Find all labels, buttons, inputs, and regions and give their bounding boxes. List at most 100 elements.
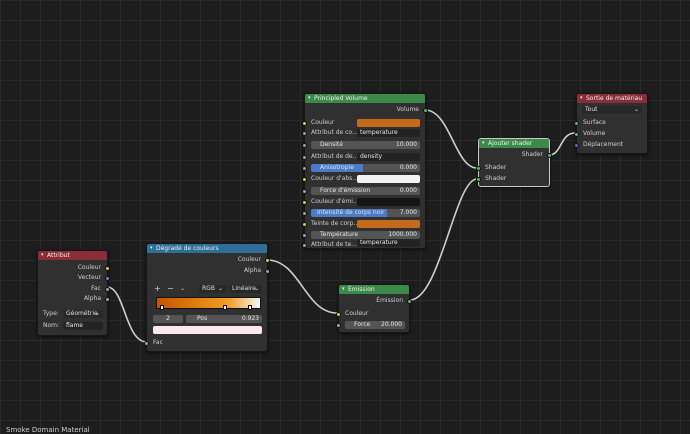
add-shader-header[interactable]: ▾ Ajouter shader <box>479 139 549 148</box>
force-field[interactable]: Force 20.000 <box>345 321 405 329</box>
output-shader-socket[interactable] <box>547 153 552 158</box>
anisotropie-field[interactable]: Anisotropie 0.000 <box>311 164 420 172</box>
ramp-stop-3[interactable] <box>248 305 252 310</box>
node-title: Attribut <box>47 252 70 259</box>
intensite-value: 7.000 <box>399 209 417 216</box>
material-output-node[interactable]: ▾ Sortie de matériau Tout ⌄ Surface Volume… <box>574 93 648 154</box>
add-shader-node[interactable]: ▾ Ajouter shader Shader Shader Shader <box>476 138 552 187</box>
stop-pos-field[interactable]: Pos 0.923 <box>186 315 262 323</box>
principled-volume-header[interactable]: ▾ Principled Volume <box>305 94 425 103</box>
link-fac-to-ramp <box>106 286 148 343</box>
collapse-arrow-icon[interactable]: ▾ <box>482 139 485 148</box>
input-force-socket[interactable] <box>336 323 341 328</box>
type-dropdown[interactable]: Géométrie ⌄ <box>63 310 103 318</box>
input-temperature-socket[interactable] <box>302 233 307 238</box>
attr-densite-label: Attribut de de... <box>311 153 359 160</box>
collapse-arrow-icon[interactable]: ▾ <box>150 244 153 253</box>
target-dropdown[interactable]: Tout ⌄ <box>582 106 642 114</box>
couleur-label: Couleur <box>345 310 369 317</box>
input-fac-socket[interactable] <box>144 341 149 346</box>
color-mode-dropdown[interactable]: RGB ⌄ <box>199 285 226 293</box>
input-force-emission-socket[interactable] <box>302 189 307 194</box>
shader2-label: Shader <box>485 175 507 182</box>
emission-node[interactable]: ▾ Émission Émission Couleur Force 20.000 <box>336 284 412 333</box>
attr-densite-value: density <box>360 153 382 160</box>
teinte-label: Teinte de corp... <box>311 220 360 227</box>
attr-densite-field[interactable]: density <box>357 153 420 161</box>
anisotropie-label: Anisotropie <box>320 164 354 171</box>
input-anisotropie-socket[interactable] <box>302 166 307 171</box>
intensite-field[interactable]: Intensité de corps noir 7.000 <box>311 209 420 217</box>
force-emission-label: Force d'émission <box>320 187 371 194</box>
attr-temp-label: Attribut de te... <box>311 241 357 248</box>
pos-value: 0.923 <box>241 315 259 322</box>
output-emission-socket[interactable] <box>407 299 412 304</box>
input-intensite-socket[interactable] <box>302 211 307 216</box>
ramp-stop-1[interactable] <box>160 305 164 310</box>
collapse-arrow-icon[interactable]: ▾ <box>342 285 345 294</box>
principled-volume-node[interactable]: ▾ Principled Volume Volume Couleur Attrib… <box>302 93 428 249</box>
input-couleur-emi-socket[interactable] <box>302 200 307 205</box>
input-attr-couleur-socket[interactable] <box>302 131 307 136</box>
couleur-label: Couleur <box>311 119 335 126</box>
out-fac-label: Fac <box>91 285 101 292</box>
input-attr-temp-socket[interactable] <box>302 243 307 248</box>
attribute-node[interactable]: ▾ Attribut Couleur Vecteur Fac Alpha Type… <box>37 250 110 336</box>
interpolation-dropdown[interactable]: Linéaire ⌄ <box>229 285 262 293</box>
attr-couleur-field[interactable]: temperature <box>357 129 420 137</box>
output-volume-socket[interactable] <box>423 108 428 113</box>
node-title: Principled Volume <box>314 95 368 102</box>
stop-index-field[interactable]: 2 <box>153 315 183 323</box>
temperature-field[interactable]: Température 1000.000 <box>311 231 420 239</box>
input-couleur-abs-socket[interactable] <box>302 177 307 182</box>
input-couleur-socket[interactable] <box>336 312 341 317</box>
couleur-abs-swatch[interactable] <box>357 175 420 183</box>
chevron-down-icon: ⌄ <box>633 106 639 113</box>
color-ramp-node[interactable]: ▾ Dégradé de couleurs Couleur Alpha + − ⌄… <box>144 243 270 352</box>
output-alpha-socket[interactable] <box>105 297 110 302</box>
input-teinte-socket[interactable] <box>302 222 307 227</box>
out-emission-label: Émission <box>376 297 403 304</box>
collapse-arrow-icon[interactable]: ▾ <box>308 94 311 103</box>
ramp-stop-2[interactable] <box>223 305 227 310</box>
stop-color-swatch[interactable] <box>153 326 262 334</box>
collapse-arrow-icon[interactable]: ▾ <box>41 251 44 260</box>
attribute-header[interactable]: ▾ Attribut <box>38 251 107 260</box>
collapse-arrow-icon[interactable]: ▾ <box>580 94 583 103</box>
couleur-swatch[interactable] <box>357 119 420 127</box>
input-deplacement-socket[interactable] <box>574 143 579 148</box>
nom-field[interactable]: flame <box>63 322 103 330</box>
out-alpha-label: Alpha <box>243 267 261 274</box>
add-stop-button[interactable]: + <box>154 285 161 293</box>
input-shader2-socket[interactable] <box>476 177 481 182</box>
teinte-swatch[interactable] <box>357 220 420 228</box>
color-ramp-gradient[interactable] <box>156 297 261 309</box>
attr-temp-field[interactable]: temperature <box>357 239 420 247</box>
input-attr-densite-socket[interactable] <box>302 155 307 160</box>
deplacement-label: Déplacement <box>583 141 624 148</box>
input-surface-socket[interactable] <box>574 121 579 126</box>
emission-header[interactable]: ▾ Émission <box>339 285 409 294</box>
densite-field[interactable]: Densité 10.000 <box>311 141 420 149</box>
stop-index-value: 2 <box>166 315 170 322</box>
chevron-down-icon: ⌄ <box>253 285 259 292</box>
node-title: Sortie de matériau <box>586 95 643 102</box>
force-label: Force <box>354 321 371 328</box>
output-alpha-socket[interactable] <box>265 269 270 274</box>
material-output-header[interactable]: ▾ Sortie de matériau <box>577 94 647 103</box>
force-emission-field[interactable]: Force d'émission 0.000 <box>311 187 420 195</box>
couleur-emi-swatch[interactable] <box>357 198 420 206</box>
input-volume-socket[interactable] <box>574 132 579 137</box>
ramp-menu-chevron-icon[interactable]: ⌄ <box>180 285 185 293</box>
input-shader1-socket[interactable] <box>476 166 481 171</box>
couleur-abs-label: Couleur d'abs... <box>311 175 358 182</box>
output-couleur-socket[interactable] <box>265 258 270 263</box>
remove-stop-button[interactable]: − <box>167 285 174 293</box>
output-couleur-socket[interactable] <box>105 266 110 271</box>
couleur-emi-label: Couleur d'émi... <box>311 198 359 205</box>
color-ramp-header[interactable]: ▾ Dégradé de couleurs <box>147 244 267 253</box>
output-vecteur-socket[interactable] <box>105 276 110 281</box>
input-couleur-socket[interactable] <box>302 121 307 126</box>
output-fac-socket[interactable] <box>105 287 110 292</box>
input-densite-socket[interactable] <box>302 143 307 148</box>
